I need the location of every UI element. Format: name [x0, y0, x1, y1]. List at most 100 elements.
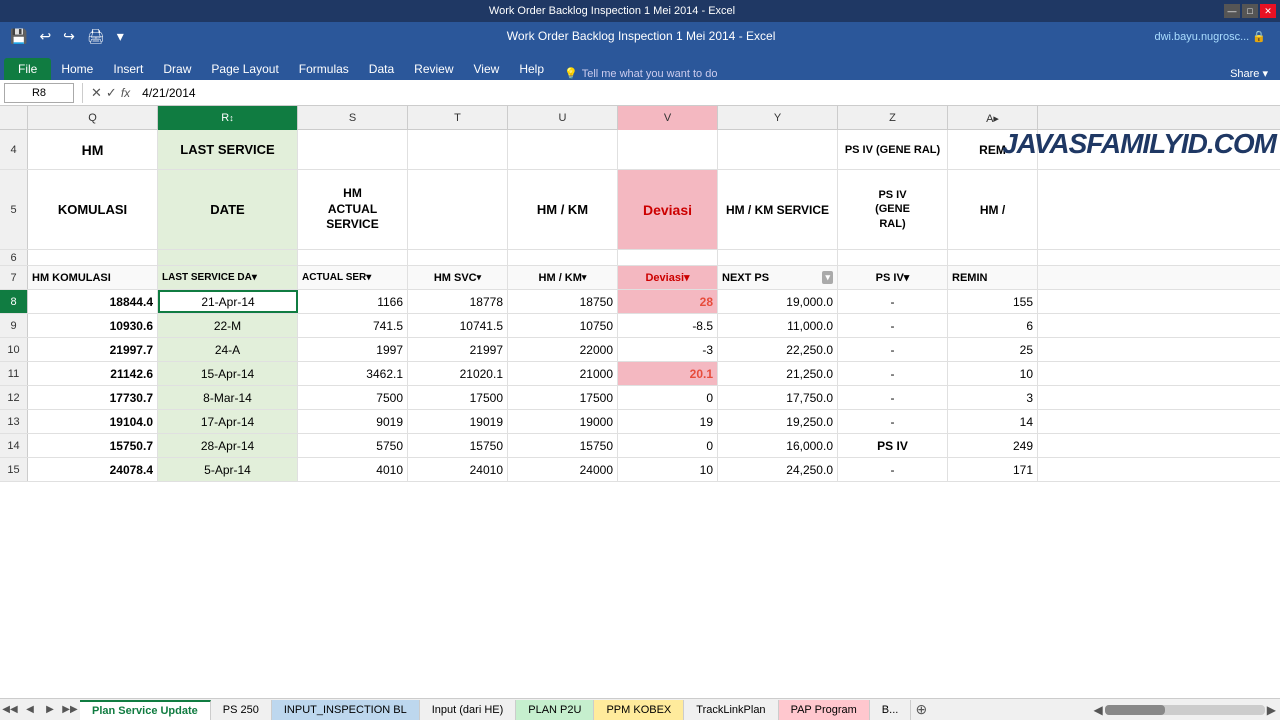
cell-V10[interactable]: -3: [618, 338, 718, 361]
tab-review[interactable]: Review: [404, 58, 463, 80]
cell-V14[interactable]: 0: [618, 434, 718, 457]
rownum-14[interactable]: 14: [0, 434, 28, 457]
cell-AA6[interactable]: [948, 250, 1038, 265]
cell-Y13[interactable]: 19,250.0: [718, 410, 838, 433]
cell-S6[interactable]: [298, 250, 408, 265]
cell-Q13[interactable]: 19104.0: [28, 410, 158, 433]
sheet-tab-tracklink-plan[interactable]: TrackLinkPlan: [684, 700, 778, 720]
cell-R11[interactable]: 15-Apr-14: [158, 362, 298, 385]
cell-R9[interactable]: 22-M: [158, 314, 298, 337]
close-btn[interactable]: ✕: [1260, 4, 1276, 18]
cell-T14[interactable]: 15750: [408, 434, 508, 457]
sheet-tab-ps250[interactable]: PS 250: [211, 700, 272, 720]
cell-S7[interactable]: ACTUAL SER▾: [298, 266, 408, 289]
cell-Y14[interactable]: 16,000.0: [718, 434, 838, 457]
cell-S8[interactable]: 1166: [298, 290, 408, 313]
maximize-btn[interactable]: □: [1242, 4, 1258, 18]
cell-Q15[interactable]: 24078.4: [28, 458, 158, 481]
cell-T12[interactable]: 17500: [408, 386, 508, 409]
rownum-7[interactable]: 7: [0, 266, 28, 289]
cell-S13[interactable]: 9019: [298, 410, 408, 433]
cell-AA15[interactable]: 171: [948, 458, 1038, 481]
cell-Z9[interactable]: -: [838, 314, 948, 337]
cell-V15[interactable]: 10: [618, 458, 718, 481]
cell-T5[interactable]: [408, 170, 508, 249]
print-icon[interactable]: 🖨: [83, 26, 109, 47]
col-header-V[interactable]: V: [618, 106, 718, 130]
add-sheet-btn[interactable]: ⊕: [911, 700, 931, 720]
cell-T7[interactable]: HM SVC ▾: [408, 266, 508, 289]
cell-Z6[interactable]: [838, 250, 948, 265]
tab-insert[interactable]: Insert: [103, 58, 153, 80]
cell-Q7[interactable]: HM KOMULASI: [28, 266, 158, 289]
cell-S9[interactable]: 741.5: [298, 314, 408, 337]
cell-R13[interactable]: 17-Apr-14: [158, 410, 298, 433]
cell-Q10[interactable]: 21997.7: [28, 338, 158, 361]
cell-V11[interactable]: 20.1: [618, 362, 718, 385]
cell-V13[interactable]: 19: [618, 410, 718, 433]
cell-S4[interactable]: [298, 130, 408, 169]
save-icon[interactable]: 💾: [6, 26, 31, 47]
sheet-tab-b[interactable]: B...: [870, 700, 912, 720]
cell-R12[interactable]: 8-Mar-14: [158, 386, 298, 409]
minimize-btn[interactable]: —: [1224, 4, 1240, 18]
cell-Y5[interactable]: HM / KM SERVICE: [718, 170, 838, 249]
cell-Z15[interactable]: -: [838, 458, 948, 481]
tab-home[interactable]: Home: [51, 58, 103, 80]
cell-Z13[interactable]: -: [838, 410, 948, 433]
cell-Q8[interactable]: 18844.4: [28, 290, 158, 313]
cell-R4[interactable]: LAST SERVICE: [158, 130, 298, 169]
formula-input[interactable]: [134, 83, 1276, 103]
cell-R10[interactable]: 24-A: [158, 338, 298, 361]
cell-U8[interactable]: 18750: [508, 290, 618, 313]
tab-page-layout[interactable]: Page Layout: [201, 58, 288, 80]
cell-AA9[interactable]: 6: [948, 314, 1038, 337]
tab-file[interactable]: File: [4, 58, 51, 80]
cell-V7[interactable]: Deviasi▾: [618, 266, 718, 289]
scroll-right-btn[interactable]: ▶: [1267, 703, 1276, 717]
cell-T4[interactable]: [408, 130, 508, 169]
share-btn[interactable]: Share ▾: [1230, 67, 1276, 80]
cell-AA11[interactable]: 10: [948, 362, 1038, 385]
rownum-12[interactable]: 12: [0, 386, 28, 409]
cell-T8[interactable]: 18778: [408, 290, 508, 313]
cell-R15[interactable]: 5-Apr-14: [158, 458, 298, 481]
cell-Z11[interactable]: -: [838, 362, 948, 385]
cell-U15[interactable]: 24000: [508, 458, 618, 481]
cell-U9[interactable]: 10750: [508, 314, 618, 337]
col-header-T[interactable]: T: [408, 106, 508, 130]
cell-U12[interactable]: 17500: [508, 386, 618, 409]
cell-U14[interactable]: 15750: [508, 434, 618, 457]
cell-Y9[interactable]: 11,000.0: [718, 314, 838, 337]
cancel-icon[interactable]: ✕: [91, 85, 102, 101]
cell-R8[interactable]: 21-Apr-14: [158, 290, 298, 313]
cell-AA10[interactable]: 25: [948, 338, 1038, 361]
rownum-6[interactable]: 6: [0, 250, 28, 265]
cell-AA13[interactable]: 14: [948, 410, 1038, 433]
tab-help[interactable]: Help: [509, 58, 554, 80]
rownum-15[interactable]: 15: [0, 458, 28, 481]
cell-Q4[interactable]: HM: [28, 130, 158, 169]
cell-AA14[interactable]: 249: [948, 434, 1038, 457]
cell-Y15[interactable]: 24,250.0: [718, 458, 838, 481]
cell-U11[interactable]: 21000: [508, 362, 618, 385]
cell-Y4[interactable]: [718, 130, 838, 169]
cell-Q14[interactable]: 15750.7: [28, 434, 158, 457]
sheet-tab-input-dari-he[interactable]: Input (dari HE): [420, 700, 517, 720]
cell-AA4[interactable]: REM: [948, 130, 1038, 169]
sheet-nav-prev[interactable]: ◀: [20, 700, 40, 720]
cell-S5[interactable]: HMACTUALSERVICE: [298, 170, 408, 249]
cell-R6[interactable]: [158, 250, 298, 265]
col-header-S[interactable]: S: [298, 106, 408, 130]
cell-T9[interactable]: 10741.5: [408, 314, 508, 337]
rownum-9[interactable]: 9: [0, 314, 28, 337]
cell-AA8[interactable]: 155: [948, 290, 1038, 313]
cell-Z4[interactable]: PS IV (GENE RAL): [838, 130, 948, 169]
sheet-nav-last[interactable]: ▶▶: [60, 700, 80, 720]
col-header-Q[interactable]: Q: [28, 106, 158, 130]
cell-S14[interactable]: 5750: [298, 434, 408, 457]
cell-U6[interactable]: [508, 250, 618, 265]
cell-U7[interactable]: HM / KM ▾: [508, 266, 618, 289]
rownum-10[interactable]: 10: [0, 338, 28, 361]
sheet-nav-first[interactable]: ◀◀: [0, 700, 20, 720]
